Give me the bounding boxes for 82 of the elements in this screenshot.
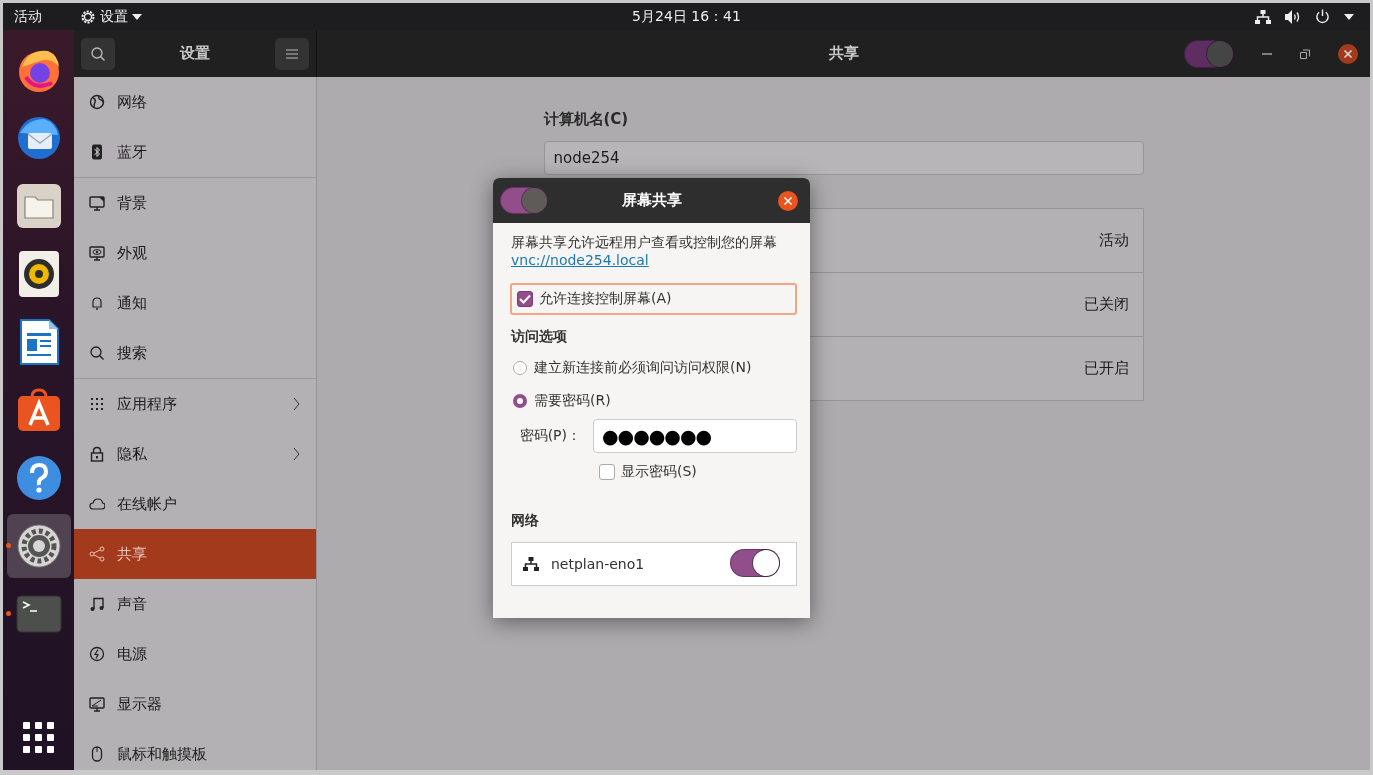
sidebar-item[interactable]: 背景 <box>74 178 316 228</box>
network-name: netplan-eno1 <box>551 556 645 572</box>
sidebar-item[interactable]: 在线帐户 <box>74 479 316 529</box>
option-label[interactable]: 建立新连接前必须询问访问权限(N) <box>534 358 752 377</box>
caret-icon <box>132 13 142 20</box>
status-text: 活动 <box>1098 231 1129 250</box>
network-switch[interactable] <box>730 548 780 577</box>
folder-icon[interactable] <box>15 183 62 229</box>
checkbox[interactable] <box>599 464 615 480</box>
sidebar-item[interactable]: 网络 <box>74 77 316 127</box>
sidebar-item[interactable]: 显示器 <box>74 679 316 729</box>
checkbox-label[interactable]: 显示密码(S) <box>621 463 697 481</box>
volume-icon[interactable] <box>1285 9 1301 24</box>
network-icon <box>523 557 539 571</box>
music-note-icon <box>89 596 105 612</box>
lightning-icon <box>89 646 105 662</box>
share-icon <box>89 546 105 562</box>
power-icon[interactable] <box>1315 9 1330 24</box>
activities-button[interactable]: 活动 <box>14 7 42 26</box>
caret-icon[interactable] <box>1344 13 1354 20</box>
restore-icon[interactable] <box>1300 48 1310 59</box>
field-label: 计算机名(C) <box>543 110 629 129</box>
sidebar-item[interactable]: 应用程序 <box>74 379 316 429</box>
section-heading: 网络 <box>511 512 540 530</box>
sidebar-item[interactable]: 声音 <box>74 579 316 629</box>
window-title: 共享 <box>828 44 859 62</box>
search-icon <box>89 345 105 361</box>
dialog-title: 屏幕共享 <box>621 191 682 209</box>
bluetooth-icon <box>89 144 105 160</box>
focused-option-row[interactable]: 允许连接控制屏幕(A) <box>510 283 797 315</box>
terminal-icon[interactable] <box>15 595 62 633</box>
cloud-icon <box>89 496 105 512</box>
clock[interactable]: 5月24日 16：41 <box>632 7 741 24</box>
document-icon[interactable] <box>18 319 59 365</box>
display-icon <box>89 696 105 712</box>
globe-icon <box>89 94 105 110</box>
close-icon[interactable] <box>778 190 798 211</box>
sidebar-title: 设置 <box>180 44 210 63</box>
status-text: 已开启 <box>1083 359 1129 378</box>
mouse-icon <box>89 746 105 762</box>
computer-name-field[interactable]: node254 <box>543 141 1144 175</box>
menu-button[interactable] <box>275 37 309 70</box>
gear-icon <box>80 8 96 25</box>
vnc-link[interactable]: vnc://node254.local <box>511 252 649 268</box>
password-field[interactable]: ●●●●●●● <box>593 419 797 453</box>
sidebar-item[interactable]: 外观 <box>74 228 316 278</box>
network-icon[interactable] <box>1255 9 1271 24</box>
bell-icon <box>89 295 105 311</box>
close-icon[interactable] <box>1338 43 1358 64</box>
section-heading: 访问选项 <box>511 328 568 346</box>
option-label[interactable]: 需要密码(R) <box>534 391 611 410</box>
app-grid-icon[interactable] <box>22 722 55 754</box>
sidebar-item[interactable]: 鼠标和触摸板 <box>74 729 316 770</box>
sidebar-item[interactable]: 通知 <box>74 278 316 328</box>
shopping-bag-icon[interactable] <box>15 387 62 433</box>
sidebar-item[interactable]: 蓝牙 <box>74 127 316 177</box>
menu-icon <box>286 48 298 59</box>
monitor-icon <box>89 195 105 211</box>
password-label: 密码(P)： <box>518 427 581 445</box>
lock-icon <box>89 446 105 462</box>
monitor-eye-icon <box>89 245 105 261</box>
checkbox-label[interactable]: 允许连接控制屏幕(A) <box>539 290 672 308</box>
speaker-icon[interactable] <box>18 251 59 297</box>
search-button[interactable] <box>81 37 115 70</box>
app-menu[interactable]: 设置 <box>80 7 142 26</box>
sharing-switch[interactable] <box>1184 39 1234 68</box>
sidebar-item[interactable]: 搜索 <box>74 328 316 378</box>
checkbox[interactable] <box>517 291 533 307</box>
radio-button[interactable] <box>513 393 527 408</box>
minimize-icon[interactable] <box>1262 52 1272 55</box>
screen-sharing-switch[interactable] <box>500 187 548 214</box>
sidebar-item[interactable]: 共享 <box>74 529 316 579</box>
status-text: 已关闭 <box>1083 295 1129 314</box>
grid-icon <box>89 396 105 412</box>
sidebar-item[interactable]: 电源 <box>74 629 316 679</box>
sidebar-item[interactable]: 隐私 <box>74 429 316 479</box>
search-icon <box>90 45 106 62</box>
gear-icon[interactable] <box>15 523 62 569</box>
help-icon[interactable] <box>15 455 62 501</box>
radio-button[interactable] <box>513 360 527 375</box>
description: 屏幕共享允许远程用户查看或控制您的屏幕 <box>511 234 778 252</box>
mail-icon[interactable] <box>15 115 62 161</box>
